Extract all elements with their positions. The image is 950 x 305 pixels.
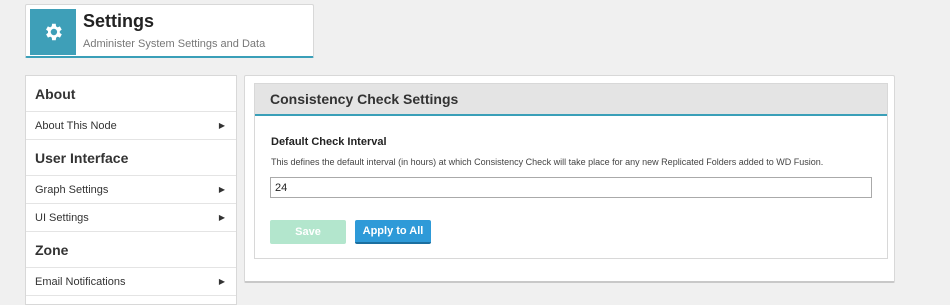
default-check-interval-input[interactable] [270,177,872,198]
chevron-right-icon: ▶ [218,277,225,286]
sidebar-item-label: About This Node [35,119,117,132]
sidebar-item-ui-settings[interactable]: UI Settings ▶ [26,204,236,232]
sidebar-section-zone: Zone [26,232,236,268]
sidebar-section-user-interface: User Interface [26,140,236,176]
default-check-interval-help: This defines the default interval (in ho… [271,157,824,167]
gear-icon [30,9,76,55]
consistency-check-panel: Consistency Check Settings Default Check… [254,83,888,259]
panel-title: Consistency Check Settings [255,84,887,116]
page-title: Settings [83,11,155,31]
chevron-right-icon: ▶ [218,185,225,194]
chevron-right-icon: ▶ [218,213,225,222]
main-content: Consistency Check Settings Default Check… [244,75,895,283]
sidebar-item-graph-settings[interactable]: Graph Settings ▶ [26,176,236,204]
save-button[interactable]: Save [270,220,346,244]
page-header: Settings Administer System Settings and … [25,4,314,58]
sidebar-item-label: UI Settings [35,211,89,224]
default-check-interval-label: Default Check Interval [271,136,387,148]
sidebar-item-email-notifications[interactable]: Email Notifications ▶ [26,268,236,296]
sidebar-item-label: Email Notifications [35,275,126,288]
sidebar-item-about-this-node[interactable]: About This Node ▶ [26,112,236,140]
page-subtitle: Administer System Settings and Data [83,38,266,50]
sidebar-section-about: About [26,76,236,112]
chevron-right-icon: ▶ [218,121,225,130]
sidebar-item-label: Graph Settings [35,183,109,196]
apply-to-all-button[interactable]: Apply to All [355,220,431,244]
settings-sidebar: About About This Node ▶ User Interface G… [25,75,237,305]
